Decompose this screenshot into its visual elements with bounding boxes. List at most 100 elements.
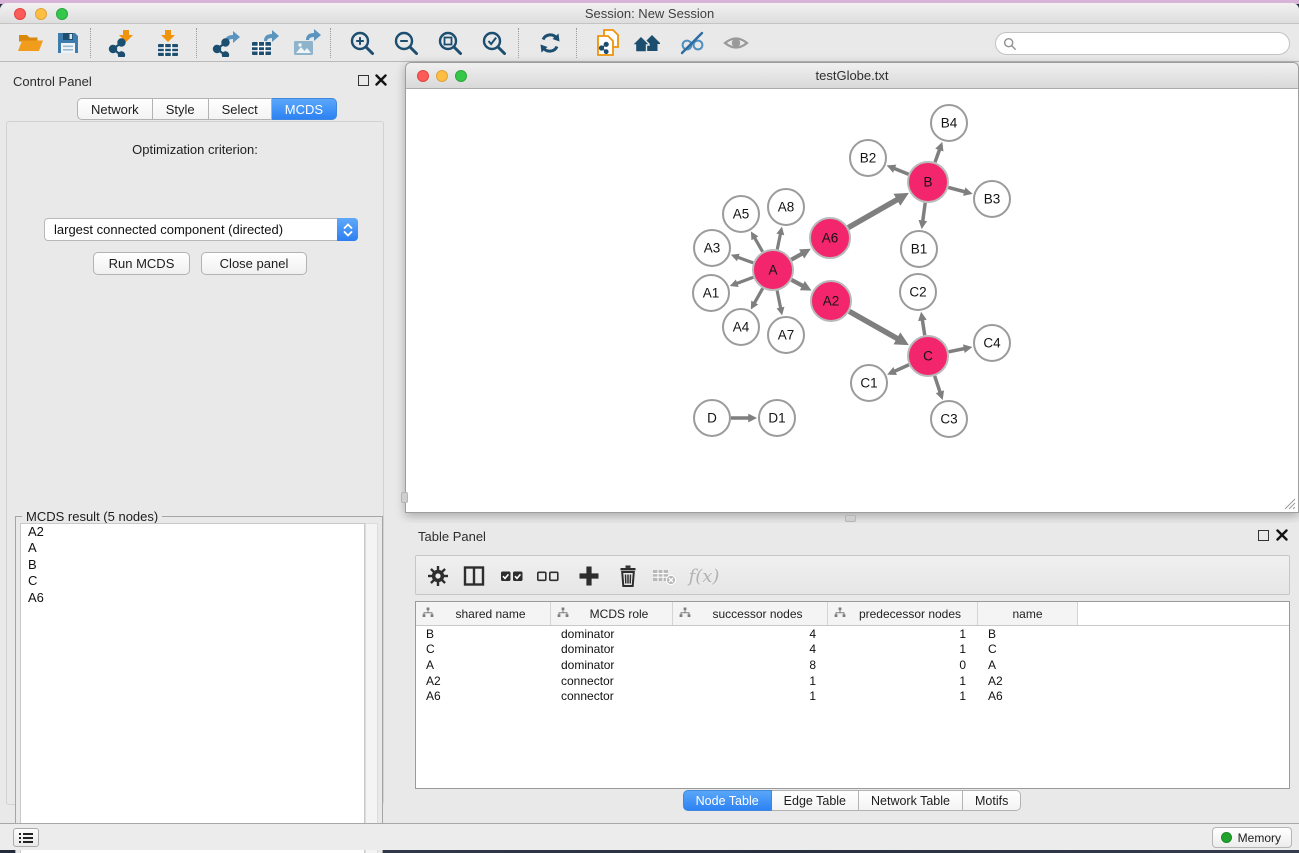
- tab-edge-table[interactable]: Edge Table: [772, 790, 859, 811]
- result-item[interactable]: A: [21, 540, 364, 556]
- create-column-button[interactable]: [573, 560, 605, 592]
- vertical-splitter-handle[interactable]: [401, 492, 408, 503]
- graph-node-B3[interactable]: B3: [974, 181, 1010, 217]
- graph-node-B4[interactable]: B4: [931, 105, 967, 141]
- criterion-select[interactable]: largest connected component (directed): [44, 218, 358, 241]
- column-header-successor-nodes[interactable]: successor nodes: [673, 602, 828, 625]
- graph-edge-C-C2[interactable]: [922, 319, 924, 335]
- mcds-result-list[interactable]: A2ABCA6: [20, 523, 365, 853]
- minimize-network-window-button[interactable]: [436, 70, 448, 82]
- tab-node-table[interactable]: Node Table: [683, 790, 772, 811]
- graph-edge-A-A6[interactable]: [791, 253, 802, 259]
- table-row[interactable]: Adominator80A: [416, 657, 1289, 673]
- graph-node-B2[interactable]: B2: [850, 140, 886, 176]
- graph-node-D1[interactable]: D1: [759, 400, 795, 436]
- graph-node-A5[interactable]: A5: [723, 196, 759, 232]
- delete-columns-button[interactable]: [612, 560, 644, 592]
- table-row[interactable]: Cdominator41C: [416, 642, 1289, 658]
- graph-node-A4[interactable]: A4: [723, 309, 759, 345]
- tab-motifs[interactable]: Motifs: [963, 790, 1021, 811]
- table-row[interactable]: Bdominator41B: [416, 626, 1289, 642]
- graph-edge-A6-B[interactable]: [848, 199, 898, 227]
- import-network-button[interactable]: [104, 27, 140, 59]
- graph-node-A8[interactable]: A8: [768, 189, 804, 225]
- node-table[interactable]: shared nameMCDS rolesuccessor nodesprede…: [415, 601, 1290, 789]
- graph-edge-A-A3[interactable]: [737, 257, 753, 263]
- column-header-shared-name[interactable]: shared name: [416, 602, 551, 625]
- import-table-button[interactable]: [150, 27, 186, 59]
- memory-button[interactable]: Memory: [1212, 827, 1292, 848]
- graph-edge-A-A1[interactable]: [736, 277, 753, 283]
- float-table-panel-button[interactable]: [1258, 530, 1269, 541]
- table-row[interactable]: A2connector11A2: [416, 673, 1289, 689]
- close-network-window-button[interactable]: [417, 70, 429, 82]
- graph-node-A6[interactable]: A6: [810, 218, 850, 258]
- graph-edge-C-C3[interactable]: [935, 376, 941, 393]
- column-header-name[interactable]: name: [978, 602, 1078, 625]
- result-item[interactable]: B: [21, 557, 364, 573]
- save-session-button[interactable]: [50, 27, 86, 59]
- resize-grip[interactable]: [1283, 497, 1296, 510]
- function-builder-button[interactable]: f(x): [682, 560, 726, 592]
- run-mcds-button[interactable]: Run MCDS: [93, 252, 190, 275]
- zoom-in-button[interactable]: [344, 27, 380, 59]
- tab-network[interactable]: Network: [77, 98, 153, 120]
- export-image-button[interactable]: [288, 27, 324, 59]
- graph-node-C2[interactable]: C2: [900, 274, 936, 310]
- graph-node-C1[interactable]: C1: [851, 365, 887, 401]
- column-header-MCDS-role[interactable]: MCDS role: [551, 602, 673, 625]
- graph-edge-B-B1[interactable]: [923, 203, 926, 222]
- open-file-button[interactable]: [12, 27, 48, 59]
- graph-edge-A2-C[interactable]: [849, 311, 898, 339]
- network-canvas[interactable]: B4B2BB3A8A5A6B1A3AC2A1A2A4A7C4CC1C3DD1: [406, 89, 1298, 512]
- zoom-selected-button[interactable]: [476, 27, 512, 59]
- zoom-window-button[interactable]: [56, 8, 68, 20]
- graph-node-A[interactable]: A: [753, 250, 793, 290]
- result-scrollbar[interactable]: [365, 523, 378, 853]
- close-table-panel-icon[interactable]: [1276, 529, 1288, 541]
- graph-node-B1[interactable]: B1: [901, 231, 937, 267]
- zoom-fit-button[interactable]: [432, 27, 468, 59]
- search-input[interactable]: [1021, 35, 1289, 53]
- graph-node-C3[interactable]: C3: [931, 401, 967, 437]
- close-panel-button[interactable]: Close panel: [201, 252, 307, 275]
- tab-network-table[interactable]: Network Table: [859, 790, 963, 811]
- show-graphics-details-button[interactable]: [718, 27, 754, 59]
- result-item[interactable]: C: [21, 573, 364, 589]
- graph-edge-A-A8[interactable]: [777, 233, 780, 249]
- zoom-out-button[interactable]: [388, 27, 424, 59]
- refresh-button[interactable]: [532, 27, 568, 59]
- graph-edge-A-A7[interactable]: [777, 291, 781, 309]
- horizontal-splitter-handle[interactable]: [845, 515, 856, 522]
- graph-edge-A-A2[interactable]: [792, 280, 804, 286]
- task-history-button[interactable]: [13, 828, 39, 847]
- table-row[interactable]: A6connector11A6: [416, 688, 1289, 704]
- graph-edge-C-C4[interactable]: [949, 349, 965, 352]
- graph-node-A2[interactable]: A2: [811, 281, 851, 321]
- float-panel-button[interactable]: [358, 75, 369, 86]
- graph-node-A1[interactable]: A1: [693, 275, 729, 311]
- graph-edge-A-A5[interactable]: [754, 237, 762, 251]
- tab-select[interactable]: Select: [209, 98, 272, 120]
- graph-edge-B-B4[interactable]: [935, 149, 940, 162]
- zoom-network-window-button[interactable]: [455, 70, 467, 82]
- close-panel-icon[interactable]: [375, 74, 387, 86]
- export-network-button[interactable]: [208, 27, 244, 59]
- graph-node-B[interactable]: B: [908, 162, 948, 202]
- export-table-button[interactable]: [246, 27, 282, 59]
- graph-node-C4[interactable]: C4: [974, 325, 1010, 361]
- network-file-button[interactable]: [590, 27, 626, 59]
- tab-style[interactable]: Style: [153, 98, 209, 120]
- unselect-all-button[interactable]: [532, 560, 564, 592]
- table-options-button[interactable]: [422, 560, 454, 592]
- graph-edge-B-B2[interactable]: [894, 168, 909, 174]
- close-window-button[interactable]: [14, 8, 26, 20]
- graph-node-A3[interactable]: A3: [694, 230, 730, 266]
- tab-mcds[interactable]: MCDS: [272, 98, 337, 120]
- hide-graphics-details-button[interactable]: [674, 27, 710, 59]
- result-item[interactable]: A6: [21, 590, 364, 606]
- graph-node-A7[interactable]: A7: [768, 317, 804, 353]
- graph-edge-C-C1[interactable]: [894, 365, 909, 372]
- result-item[interactable]: A2: [21, 524, 364, 540]
- graph-node-D[interactable]: D: [694, 400, 730, 436]
